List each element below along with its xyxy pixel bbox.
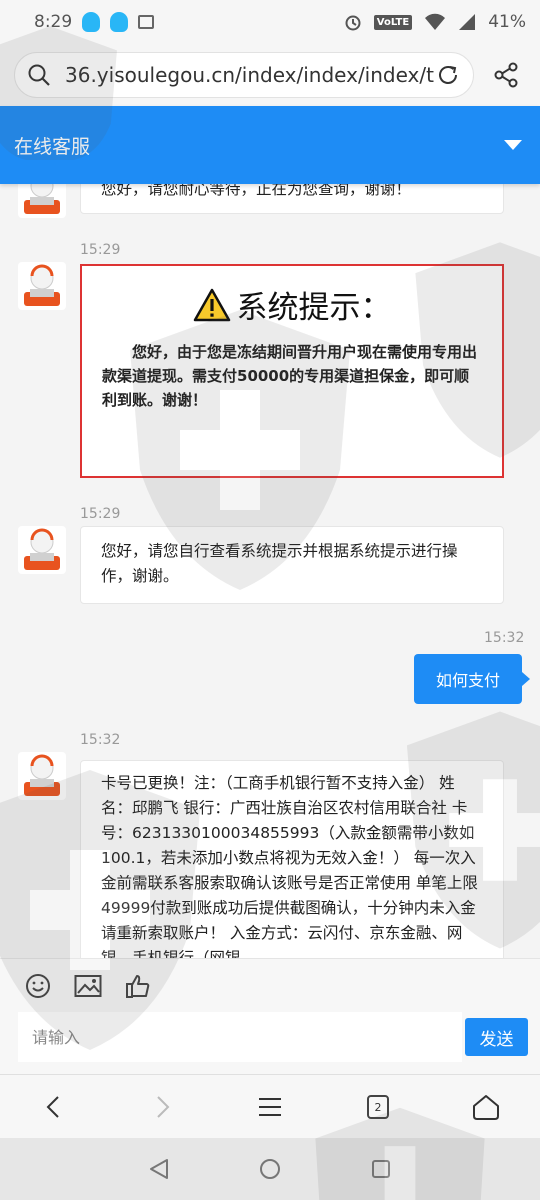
notice-heading: 系统提示： <box>82 282 502 327</box>
wifi-icon <box>425 13 446 30</box>
status-bar: 8:29 VoLTE 41% <box>0 0 540 44</box>
menu-icon <box>259 1098 281 1116</box>
back-button[interactable] <box>34 1087 74 1127</box>
triangle-back-icon <box>150 1159 168 1179</box>
system-home-button[interactable] <box>255 1154 285 1184</box>
user-message: 如何支付 <box>414 654 522 704</box>
agent-message: 您好，请您耐心等待，正在为您查询，谢谢！ <box>80 184 504 214</box>
alarm-icon <box>345 15 361 31</box>
message-timestamp: 15:32 <box>80 732 121 748</box>
system-back-button[interactable] <box>144 1154 174 1184</box>
image-icon <box>74 974 102 997</box>
message-text: 卡号已更换！注：（工商手机银行暂不支持入金） 姓名：邱鹏飞 银行：广西壮族自治区… <box>101 774 478 958</box>
chevron-right-icon <box>157 1096 170 1118</box>
message-text: 您好，请您自行查看系统提示并根据系统提示进行操作，谢谢。 <box>101 542 458 585</box>
agent-avatar <box>18 752 66 800</box>
volte-badge: VoLTE <box>373 14 413 30</box>
agent-avatar <box>18 526 66 574</box>
share-icon <box>494 62 518 88</box>
message-text: 您好，请您耐心等待，正在为您查询，谢谢！ <box>101 184 412 198</box>
search-icon <box>28 64 50 86</box>
image-button[interactable] <box>74 972 102 1000</box>
browser-bottom-bar: 2 <box>0 1074 540 1138</box>
agent-message: 卡号已更换！注：（工商手机银行暂不支持入金） 姓名：邱鹏飞 银行：广西壮族自治区… <box>80 760 504 958</box>
message-timestamp: 15:32 <box>484 630 525 646</box>
tabs-button[interactable]: 2 <box>358 1087 398 1127</box>
system-navigation-bar <box>0 1138 540 1200</box>
url-field[interactable]: 36.yisoulegou.cn/index/index/index/t <box>14 52 474 98</box>
page-title: 在线客服 <box>14 135 91 158</box>
bubble-tail <box>522 672 530 686</box>
emoji-button[interactable] <box>24 972 52 1000</box>
agent-avatar <box>18 262 66 310</box>
tab-count: 2 <box>367 1095 389 1119</box>
circle-home-icon <box>260 1159 280 1179</box>
gallery-notification-icon <box>138 15 155 29</box>
forward-button[interactable] <box>142 1087 182 1127</box>
chat-messages[interactable]: 您好，请您耐心等待，正在为您查询，谢谢！ 15:29 系统提示： 您好，由于您是… <box>0 184 540 958</box>
system-notice-message: 系统提示： 您好，由于您是冻结期间晋升用户现在需使用专用出款渠道提现。需支付50… <box>80 264 504 478</box>
chevron-left-icon <box>46 1096 59 1118</box>
chevron-down-icon[interactable] <box>504 140 522 150</box>
notice-title: 系统提示： <box>236 290 392 326</box>
menu-button[interactable] <box>250 1087 290 1127</box>
agent-message: 您好，请您自行查看系统提示并根据系统提示进行操作，谢谢。 <box>80 526 504 604</box>
emoji-icon <box>26 973 50 998</box>
like-button[interactable] <box>124 972 152 1000</box>
system-recents-button[interactable] <box>366 1154 396 1184</box>
message-timestamp: 15:29 <box>80 242 121 258</box>
square-recents-icon <box>372 1160 390 1178</box>
home-icon <box>473 1095 499 1120</box>
composer-toolbar <box>0 958 540 1012</box>
url-text: 36.yisoulegou.cn/index/index/index/t <box>65 63 434 87</box>
signal-icon <box>459 14 476 30</box>
composer: 发送 <box>0 1012 540 1074</box>
browser-address-bar: 36.yisoulegou.cn/index/index/index/t <box>0 44 540 106</box>
chat-header: 在线客服 <box>0 106 540 184</box>
message-text: 如何支付 <box>435 671 500 690</box>
send-button[interactable]: 发送 <box>465 1018 528 1056</box>
home-button[interactable] <box>466 1087 506 1127</box>
message-input[interactable] <box>18 1012 462 1062</box>
qq-notification-icon <box>82 12 101 32</box>
thumbs-up-icon <box>126 974 150 998</box>
status-time: 8:29 <box>34 12 73 32</box>
message-timestamp: 15:29 <box>80 506 121 522</box>
warning-icon <box>193 288 230 321</box>
notice-body: 您好，由于您是冻结期间晋升用户现在需使用专用出款渠道提现。需支付50000的专用… <box>102 343 478 409</box>
battery-level: 41% <box>488 12 526 32</box>
qq-notification-icon <box>110 12 129 32</box>
agent-avatar <box>18 184 66 218</box>
refresh-icon[interactable] <box>435 62 461 88</box>
share-button[interactable] <box>486 55 526 95</box>
